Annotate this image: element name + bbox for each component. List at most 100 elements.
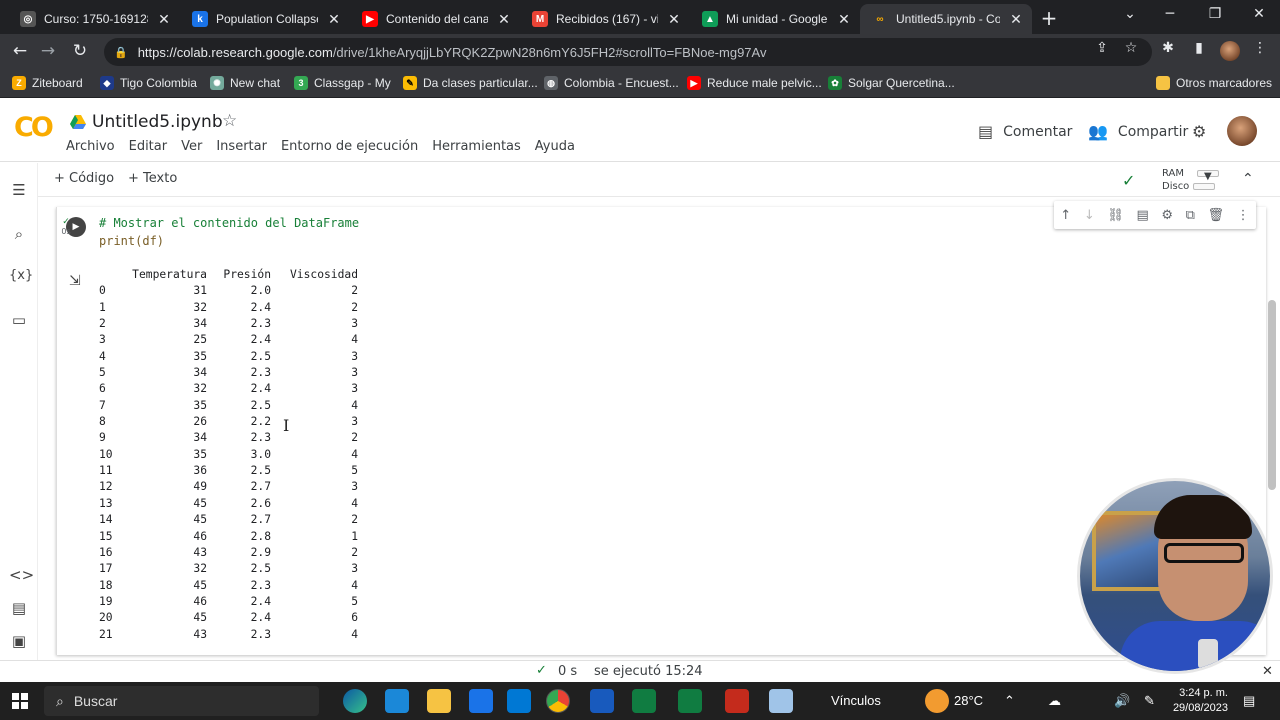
bookmark-item[interactable]: ✎ Da clases particular... — [403, 76, 538, 90]
weather-icon[interactable] — [925, 689, 949, 713]
link-icon[interactable]: ⛓ — [1107, 208, 1124, 223]
store-icon[interactable] — [469, 689, 493, 713]
reload-icon[interactable]: ↻ — [69, 41, 91, 61]
close-icon[interactable]: ✕ — [666, 11, 682, 28]
delete-icon[interactable]: 🗑 — [1208, 208, 1225, 223]
comment-cell-icon[interactable]: ▤ — [1136, 208, 1148, 223]
runtime-dropdown-icon[interactable]: ▼ — [1204, 171, 1212, 182]
bookmark-item[interactable]: ◆ Tigo Colombia — [100, 76, 197, 90]
drive-icon — [70, 115, 86, 129]
scrollbar[interactable] — [1268, 300, 1276, 490]
browser-tab[interactable]: ▲ Mi unidad - Google D ✕ — [690, 4, 860, 34]
tab-search-icon[interactable]: ⌄ — [1120, 6, 1140, 22]
chatgpt-icon: ✺ — [210, 76, 224, 90]
address-bar[interactable]: 🔒 https://colab.research.google.com/driv… — [104, 38, 1152, 66]
terminal-icon[interactable]: ▣ — [9, 632, 29, 650]
links-toolbar[interactable]: Vínculos — [831, 693, 881, 708]
close-icon[interactable]: ✕ — [496, 11, 512, 28]
bookmark-item[interactable]: Z Ziteboard — [12, 76, 83, 90]
browser-tab[interactable]: ◎ Curso: 1750-169128-A ✕ — [8, 4, 180, 34]
move-up-icon[interactable]: ↑ — [1060, 208, 1071, 223]
menu-kebab-icon[interactable]: ⋮ — [1250, 40, 1270, 56]
bookmark-item[interactable]: 3 Classgap - My — [294, 76, 391, 90]
close-icon[interactable]: ✕ — [1008, 11, 1024, 28]
search-icon[interactable]: ⌕ — [9, 225, 29, 243]
files-icon[interactable]: ▭ — [9, 311, 29, 329]
edge-icon[interactable] — [343, 689, 367, 713]
notifications-icon[interactable]: ▤ — [1243, 693, 1255, 709]
share-button[interactable]: 👥 Compartir — [1088, 122, 1188, 141]
bookmarks-bar: Z Ziteboard ◆ Tigo Colombia ✺ New chat 3 Cla… — [0, 70, 1280, 98]
close-icon[interactable]: ✕ — [156, 11, 172, 28]
notes-icon[interactable] — [769, 689, 793, 713]
clock[interactable]: 3:24 p. m. 29/08/2023 — [1166, 686, 1228, 716]
browser-tab-active[interactable]: ∞ Untitled5.ipynb - Cola ✕ — [860, 4, 1032, 34]
excel-icon-2[interactable] — [678, 689, 702, 713]
extensions-icon[interactable]: ✱ — [1158, 40, 1178, 56]
bookmark-star-icon[interactable]: ☆ — [1121, 40, 1141, 56]
monitor-icon[interactable] — [385, 689, 409, 713]
side-panel-icon[interactable]: ▮ — [1189, 40, 1209, 56]
folder-icon — [1156, 76, 1170, 90]
move-down-icon[interactable]: ↓ — [1084, 208, 1095, 223]
menu-insertar[interactable]: Insertar — [216, 139, 267, 154]
add-text-button[interactable]: + Texto — [128, 171, 177, 186]
network-icon[interactable]: ☁ — [1048, 693, 1061, 709]
bookmark-item[interactable]: ✿ Solgar Quercetina... — [828, 76, 955, 90]
browser-tab[interactable]: k Population Collapse T ✕ — [180, 4, 350, 34]
webcam-close-icon[interactable]: ✕ — [1262, 664, 1273, 679]
profile-avatar[interactable] — [1220, 41, 1240, 61]
collapse-header-icon[interactable]: ⌃ — [1242, 171, 1254, 187]
pen-icon[interactable]: ✎ — [1144, 693, 1155, 709]
gmail-icon: M — [532, 11, 548, 27]
cell-settings-icon[interactable]: ⚙ — [1161, 208, 1173, 223]
menu-ver[interactable]: Ver — [181, 139, 202, 154]
bookmark-item[interactable]: ✺ New chat — [210, 76, 280, 90]
share-page-icon[interactable]: ⇪ — [1092, 40, 1112, 56]
menu-ayuda[interactable]: Ayuda — [535, 139, 575, 154]
volume-icon[interactable]: 🔊 — [1114, 693, 1130, 709]
user-avatar[interactable] — [1227, 116, 1257, 146]
restore-icon[interactable]: ❐ — [1205, 6, 1225, 22]
word-icon[interactable] — [590, 689, 614, 713]
menu-editar[interactable]: Editar — [129, 139, 168, 154]
forward-icon[interactable]: → — [37, 41, 59, 61]
file-explorer-icon[interactable] — [427, 689, 451, 713]
excel-icon[interactable] — [632, 689, 656, 713]
browser-tab[interactable]: ▶ Contenido del canal - ✕ — [350, 4, 520, 34]
menu-entorno[interactable]: Entorno de ejecución — [281, 139, 418, 154]
minimize-icon[interactable]: ─ — [1160, 6, 1180, 22]
bookmark-item[interactable]: ▶ Reduce male pelvic... — [687, 76, 822, 90]
recorder-icon[interactable] — [725, 689, 749, 713]
menu-archivo[interactable]: Archivo — [66, 139, 115, 154]
more-icon[interactable]: ⋮ — [1237, 208, 1250, 223]
menu-herramientas[interactable]: Herramientas — [432, 139, 521, 154]
command-palette-icon[interactable]: ▤ — [9, 599, 29, 617]
window-close-icon[interactable]: ✕ — [1249, 6, 1269, 22]
output-icon[interactable]: ⇲ — [69, 273, 81, 289]
output-row: 6 32 2.4 3 — [99, 382, 358, 396]
taskbar-search[interactable]: ⌕ Buscar — [44, 686, 319, 716]
comment-button[interactable]: ▤ Comentar — [978, 122, 1072, 141]
other-bookmarks[interactable]: Otros marcadores — [1156, 76, 1272, 90]
webcam-overlay[interactable] — [1077, 478, 1273, 674]
mirror-cell-icon[interactable]: ⧉ — [1186, 208, 1195, 223]
windows-start-icon[interactable] — [12, 693, 28, 709]
variables-icon[interactable]: {x} — [9, 268, 33, 283]
chrome-icon[interactable] — [546, 689, 570, 713]
bookmark-item[interactable]: ◍ Colombia - Encuest... — [544, 76, 679, 90]
settings-icon[interactable]: ⚙ — [1192, 122, 1206, 141]
close-icon[interactable]: ✕ — [326, 11, 342, 28]
tray-chevron-icon[interactable]: ⌃ — [1004, 693, 1015, 709]
mail-icon[interactable] — [507, 689, 531, 713]
back-icon[interactable]: ← — [9, 41, 31, 61]
new-tab-button[interactable]: + — [1038, 6, 1060, 30]
add-code-button[interactable]: + Código — [54, 171, 114, 186]
browser-tab[interactable]: M Recibidos (167) - victo ✕ — [520, 4, 690, 34]
code-snippets-icon[interactable]: <> — [9, 566, 34, 584]
colab-logo[interactable]: CO — [14, 112, 54, 143]
close-icon[interactable]: ✕ — [836, 11, 852, 28]
star-icon[interactable]: ☆ — [222, 111, 237, 131]
toc-icon[interactable]: ☰ — [9, 181, 29, 199]
notebook-title[interactable]: Untitled5.ipynb — [70, 112, 223, 132]
